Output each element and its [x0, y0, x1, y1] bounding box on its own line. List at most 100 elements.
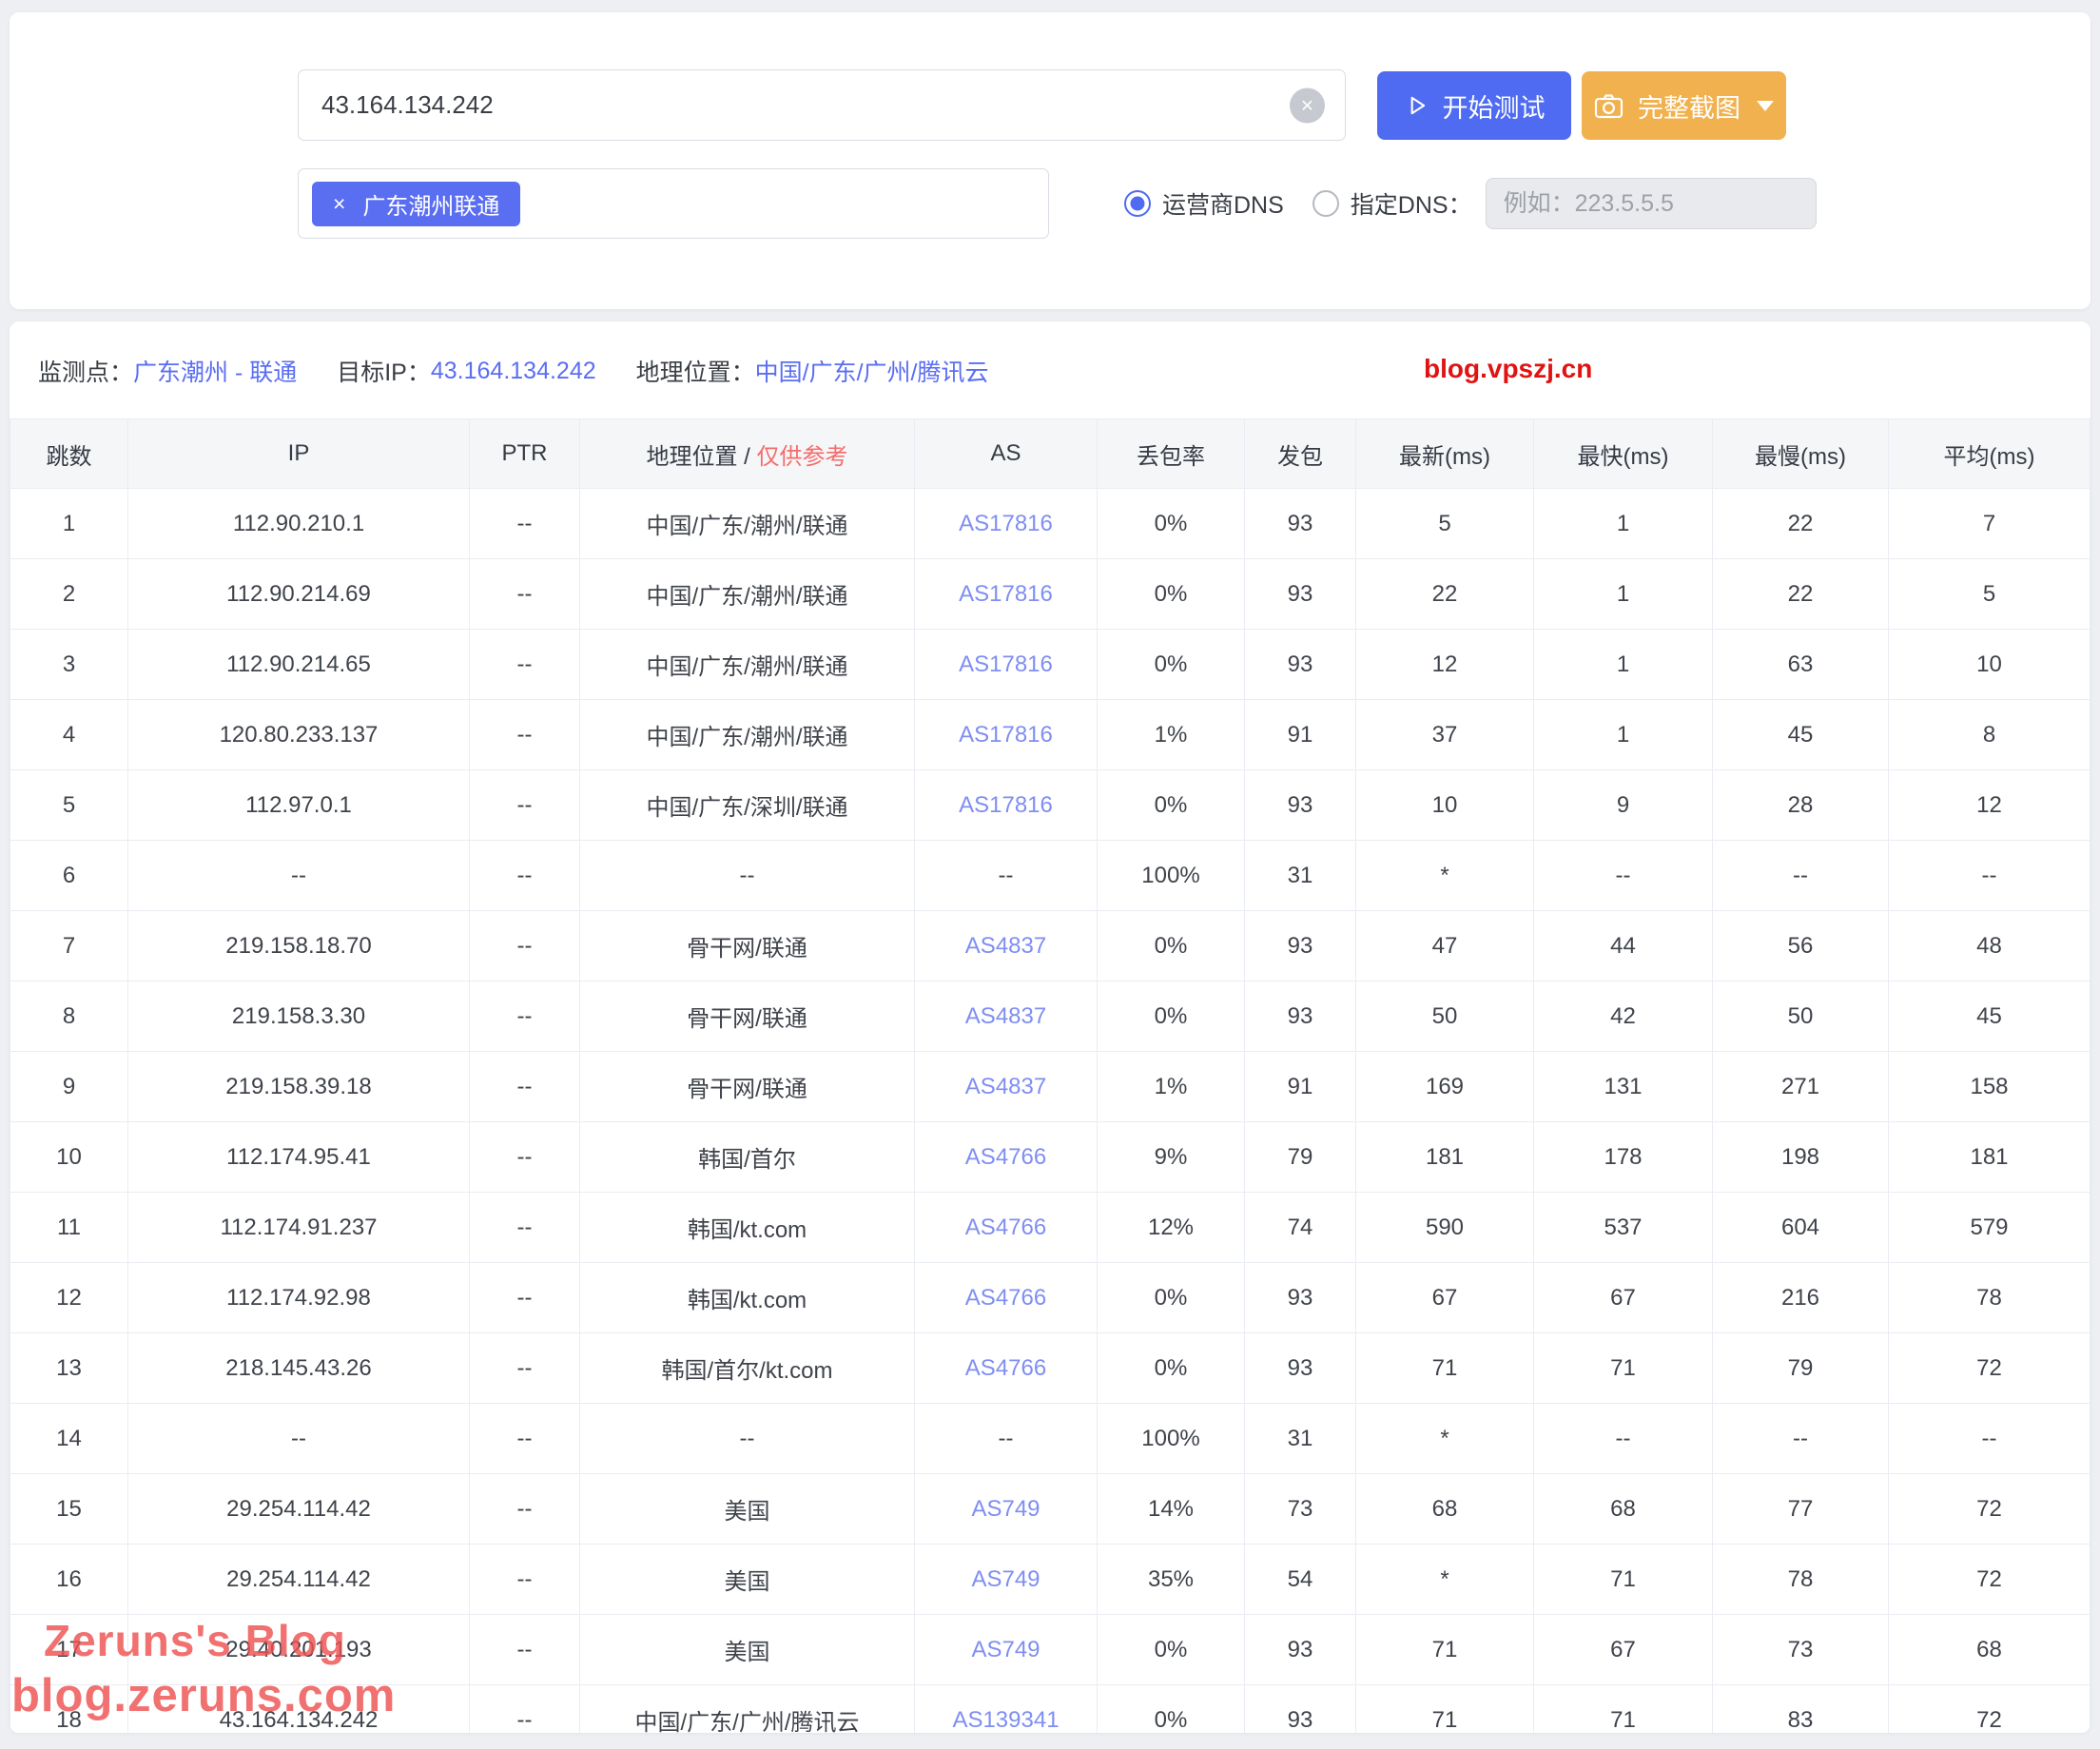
cell-slowest: 50	[1713, 981, 1889, 1052]
cell-geo: 美国	[580, 1545, 915, 1615]
cell-fastest: 537	[1534, 1193, 1713, 1263]
cell-sent: 31	[1245, 1404, 1356, 1474]
monitor-value[interactable]: 广东潮州 - 联通	[133, 354, 297, 388]
column-header: 跳数	[10, 419, 128, 489]
cell-geo: 中国/广东/深圳/联通	[580, 770, 915, 841]
cell-fastest: 1	[1534, 700, 1713, 770]
cell-fastest: --	[1534, 841, 1713, 911]
cell-hop: 10	[10, 1122, 128, 1193]
table-row: 1729.40.201.193--美国AS7490%9371677368	[10, 1615, 2090, 1685]
target-ip-value[interactable]: 43.164.134.242	[431, 358, 596, 385]
table-row: 10112.174.95.41--韩国/首尔AS47669%7918117819…	[10, 1122, 2090, 1193]
table-row: 3112.90.214.65--中国/广东/潮州/联通AS178160%9312…	[10, 630, 2090, 700]
start-test-button[interactable]: 开始测试	[1377, 71, 1571, 140]
cell-fastest: 42	[1534, 981, 1713, 1052]
as-link[interactable]: AS17816	[959, 511, 1053, 536]
as-link[interactable]: AS17816	[959, 651, 1053, 677]
table-row: 9219.158.39.18--骨干网/联通AS48371%9116913127…	[10, 1052, 2090, 1122]
cell-sent: 93	[1245, 489, 1356, 559]
as-link[interactable]: AS4837	[965, 933, 1046, 959]
as-link[interactable]: AS4837	[965, 1074, 1046, 1099]
cell-hop: 6	[10, 841, 128, 911]
remove-tag-icon[interactable]: ×	[333, 193, 345, 215]
cell-loss: 100%	[1098, 841, 1245, 911]
cell-avg: 72	[1889, 1333, 2090, 1404]
geo-value[interactable]: 中国/广东/广州/腾讯云	[755, 354, 989, 388]
as-link[interactable]: AS749	[971, 1566, 1040, 1592]
full-screenshot-button[interactable]: 完整截图	[1582, 71, 1786, 140]
table-row: 1629.254.114.42--美国AS74935%54*717872	[10, 1545, 2090, 1615]
as-link[interactable]: AS4837	[965, 1003, 1046, 1029]
cell-hop: 7	[10, 911, 128, 981]
cell-fastest: 68	[1534, 1474, 1713, 1545]
cell-as: AS749	[915, 1474, 1098, 1545]
cell-ptr: --	[470, 1474, 580, 1545]
cell-geo: 美国	[580, 1615, 915, 1685]
cell-as: AS17816	[915, 630, 1098, 700]
table-row: 1112.90.210.1--中国/广东/潮州/联通AS178160%93512…	[10, 489, 2090, 559]
cell-geo: 骨干网/联通	[580, 981, 915, 1052]
target-input-wrap: ×	[298, 69, 1346, 141]
cell-as: --	[915, 1404, 1098, 1474]
cell-sent: 93	[1245, 770, 1356, 841]
table-row: 6--------100%31*------	[10, 841, 2090, 911]
result-panel: 监测点： 广东潮州 - 联通 目标IP： 43.164.134.242 地理位置…	[10, 321, 2090, 1733]
cell-latest: *	[1356, 841, 1534, 911]
cell-slowest: 56	[1713, 911, 1889, 981]
geo-label: 地理位置：	[636, 354, 755, 388]
cell-avg: 10	[1889, 630, 2090, 700]
cell-geo: 韩国/首尔	[580, 1122, 915, 1193]
as-link[interactable]: AS4766	[965, 1144, 1046, 1170]
as-link[interactable]: AS139341	[952, 1707, 1059, 1733]
cell-sent: 73	[1245, 1474, 1356, 1545]
as-link[interactable]: AS4766	[965, 1285, 1046, 1311]
custom-dns-radio[interactable]: 指定DNS：	[1312, 186, 1472, 221]
cell-sent: 93	[1245, 1685, 1356, 1734]
cell-fastest: 71	[1534, 1685, 1713, 1734]
as-link[interactable]: AS4766	[965, 1355, 1046, 1381]
cell-latest: *	[1356, 1404, 1534, 1474]
dns-option-group: 运营商DNS 指定DNS：	[1124, 168, 1817, 239]
cell-slowest: 79	[1713, 1333, 1889, 1404]
cell-avg: 72	[1889, 1685, 2090, 1734]
as-link[interactable]: AS749	[971, 1496, 1040, 1522]
as-link[interactable]: AS4766	[965, 1215, 1046, 1240]
cell-as: AS17816	[915, 700, 1098, 770]
as-link[interactable]: AS749	[971, 1637, 1040, 1662]
cell-loss: 100%	[1098, 1404, 1245, 1474]
as-link[interactable]: AS17816	[959, 792, 1053, 818]
cell-ip: 120.80.233.137	[128, 700, 470, 770]
cell-avg: 12	[1889, 770, 2090, 841]
cell-as: AS4837	[915, 981, 1098, 1052]
cell-geo: 美国	[580, 1474, 915, 1545]
as-link[interactable]: AS17816	[959, 581, 1053, 607]
cell-fastest: 178	[1534, 1122, 1713, 1193]
table-row: 1843.164.134.242--中国/广东/广州/腾讯云AS1393410%…	[10, 1685, 2090, 1734]
target-input[interactable]	[298, 69, 1346, 141]
cell-ptr: --	[470, 1193, 580, 1263]
cell-fastest: 71	[1534, 1545, 1713, 1615]
cell-latest: 71	[1356, 1333, 1534, 1404]
cell-hop: 18	[10, 1685, 128, 1734]
cell-slowest: 63	[1713, 630, 1889, 700]
as-link[interactable]: AS17816	[959, 722, 1053, 748]
node-select-box[interactable]: × 广东潮州联通	[298, 168, 1049, 239]
cell-latest: 71	[1356, 1615, 1534, 1685]
cell-latest: 68	[1356, 1474, 1534, 1545]
cell-ip: 112.174.91.237	[128, 1193, 470, 1263]
cell-hop: 16	[10, 1545, 128, 1615]
cell-ip: 219.158.39.18	[128, 1052, 470, 1122]
play-icon	[1404, 93, 1429, 118]
custom-dns-input[interactable]	[1486, 178, 1817, 229]
cell-ptr: --	[470, 1615, 580, 1685]
cell-loss: 14%	[1098, 1474, 1245, 1545]
cell-sent: 91	[1245, 1052, 1356, 1122]
cell-as: AS17816	[915, 559, 1098, 630]
clear-icon[interactable]: ×	[1290, 87, 1325, 123]
cell-latest: 12	[1356, 630, 1534, 700]
cell-as: AS4837	[915, 911, 1098, 981]
column-header: PTR	[470, 419, 580, 489]
carrier-dns-radio[interactable]: 运营商DNS	[1124, 186, 1284, 221]
node-tag: × 广东潮州联通	[312, 182, 520, 226]
cell-ptr: --	[470, 489, 580, 559]
